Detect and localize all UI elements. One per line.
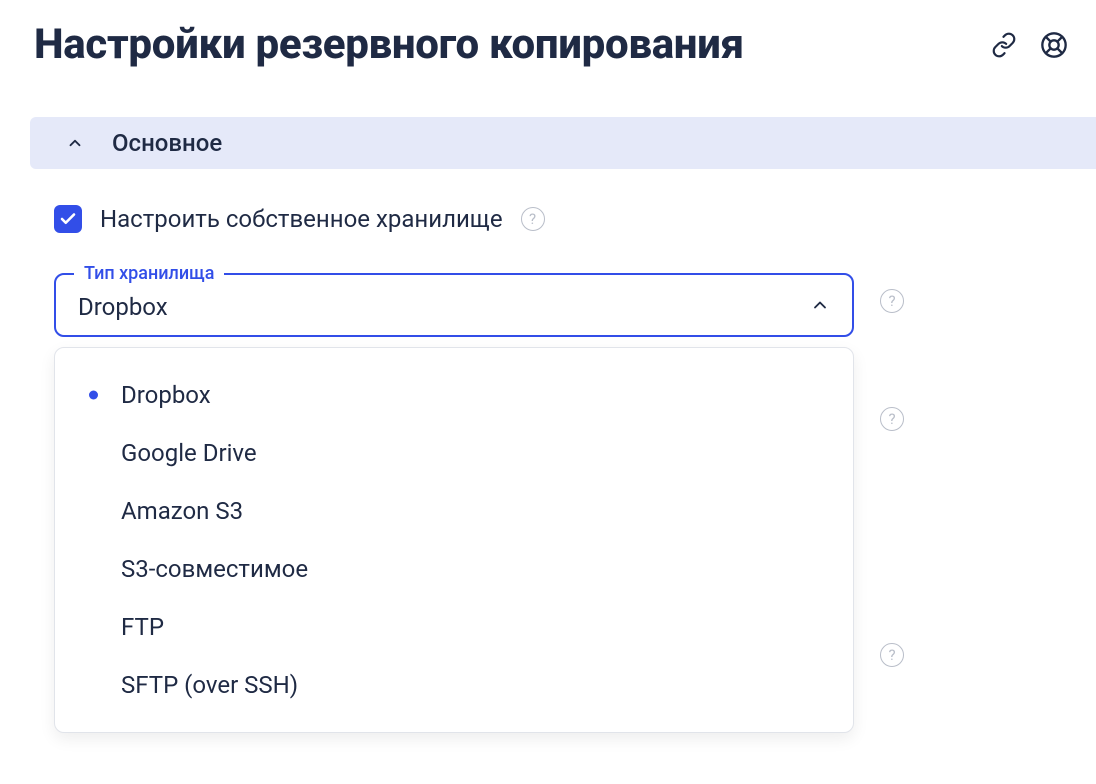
storage-type-row: Тип хранилища Dropbox (54, 273, 1096, 337)
help-icon[interactable]: ? (880, 289, 904, 313)
dropdown-option[interactable]: Amazon S3 (55, 482, 853, 540)
link-icon[interactable] (990, 31, 1018, 59)
custom-storage-label: Настроить собственное хранилище (100, 205, 503, 233)
chevron-up-icon (66, 134, 84, 152)
storage-type-value: Dropbox (78, 293, 168, 321)
lifesaver-icon[interactable] (1040, 31, 1068, 59)
page-title: Настройки резервного копирования (34, 20, 744, 69)
dropdown-option[interactable]: Dropbox (55, 366, 853, 424)
dropdown-option[interactable]: S3-совместимое (55, 540, 853, 598)
custom-storage-checkbox[interactable] (54, 205, 82, 233)
help-icon[interactable]: ? (880, 407, 904, 431)
dropdown-option[interactable]: Google Drive (55, 424, 853, 482)
storage-type-select[interactable]: Тип хранилища Dropbox (54, 273, 854, 337)
checkbox-row-custom-storage: Настроить собственное хранилище ? (54, 205, 1096, 233)
select-value-row: Dropbox (78, 293, 830, 321)
dropdown-option[interactable]: FTP (55, 598, 853, 656)
form-area: Тип хранилища Dropbox ? ? ? DropboxGoogl… (20, 273, 1096, 337)
help-icon[interactable]: ? (880, 643, 904, 667)
accordion-main[interactable]: Основное (30, 117, 1096, 169)
accordion-main-label: Основное (112, 129, 222, 157)
storage-type-legend: Тип хранилища (74, 263, 224, 284)
dropdown-option[interactable]: SFTP (over SSH) (55, 656, 853, 714)
help-icon[interactable]: ? (521, 207, 545, 231)
chevron-up-icon (810, 295, 830, 319)
page-header: Настройки резервного копирования (20, 20, 1096, 69)
storage-type-dropdown: DropboxGoogle DriveAmazon S3S3-совместим… (54, 347, 854, 733)
header-icons (990, 31, 1068, 59)
